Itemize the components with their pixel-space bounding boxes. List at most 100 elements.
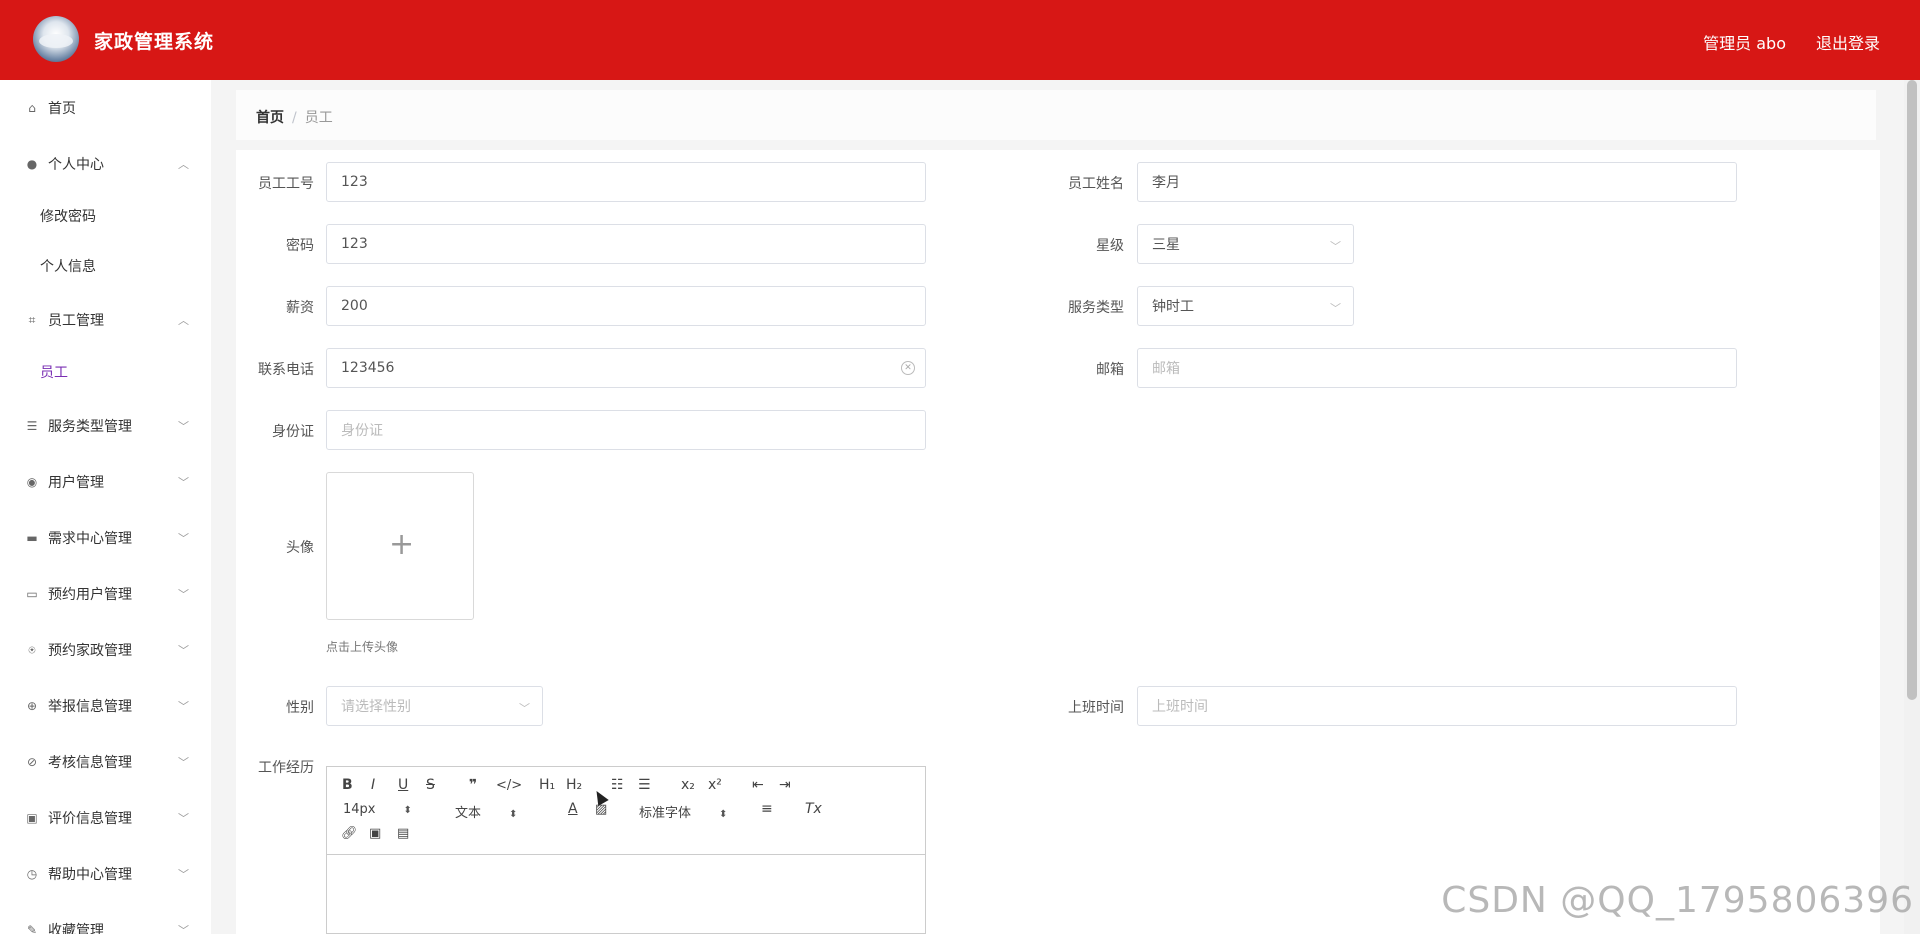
underline-icon[interactable]: U <box>398 777 408 793</box>
sidebar-item-employee[interactable]: 员工 <box>0 352 211 392</box>
app-title: 家政管理系统 <box>94 31 215 53</box>
target-icon: ⊕ <box>26 699 38 713</box>
bold-icon[interactable]: B <box>342 777 353 793</box>
code-icon[interactable]: </> <box>496 778 522 793</box>
password-input[interactable]: 123 <box>326 224 926 264</box>
monitor-icon: ▭ <box>26 587 38 601</box>
work-time-input[interactable]: 上班时间 <box>1137 686 1737 726</box>
editor-toolbar: B I U S ❞ </> H₁ H₂ ☷ ☰ x₂ x² ⇤ ⇥ 14px ⬍ … <box>327 767 925 855</box>
chevron-down-icon: ﹀ <box>178 588 189 601</box>
microphone-icon: ⍟ <box>28 643 36 657</box>
edit-icon: ✎ <box>26 923 38 934</box>
video-icon[interactable]: ▤ <box>397 826 409 841</box>
sidebar-item-label: 收藏管理 <box>48 923 104 934</box>
sidebar-item-employee-management[interactable]: ⌗ 员工管理 ︿ <box>0 300 211 340</box>
emp-name-value: 李月 <box>1152 175 1180 191</box>
font-size-select[interactable]: 14px ⬍ <box>343 802 412 817</box>
sidebar-item-label: 评价信息管理 <box>48 811 132 827</box>
salary-input[interactable]: 200 <box>326 286 926 326</box>
email-input[interactable]: 邮箱 <box>1137 348 1737 388</box>
sidebar-item-demand-center[interactable]: ▬ 需求中心管理 ﹀ <box>0 518 211 558</box>
id-card-input[interactable]: 身份证 <box>326 410 926 450</box>
sidebar-item-label: 考核信息管理 <box>48 755 132 771</box>
experience-label: 工作经历 <box>258 760 314 776</box>
sidebar-item-label: 首页 <box>48 101 76 117</box>
salary-value: 200 <box>341 298 368 314</box>
quote-icon[interactable]: ❞ <box>469 777 477 793</box>
heading1-icon[interactable]: H₁ <box>539 777 555 793</box>
ordered-list-icon[interactable]: ☷ <box>611 777 624 793</box>
plus-icon: + <box>389 527 415 562</box>
bullet-list-icon[interactable]: ☰ <box>638 777 651 793</box>
align-icon[interactable]: ≡ <box>761 801 773 817</box>
user-icon: ● <box>26 157 38 171</box>
link-icon[interactable]: 🔗︎ <box>341 826 358 841</box>
chevron-down-icon: ﹀ <box>519 702 530 715</box>
work-time-label: 上班时间 <box>1068 700 1124 716</box>
list-icon: ☰ <box>26 419 38 433</box>
watermark: CSDN @QQ_1795806396 <box>1441 880 1914 921</box>
phone-input[interactable]: 123456 ✕ <box>326 348 926 388</box>
clear-format-icon[interactable]: Tx <box>805 801 822 817</box>
emp-no-value: 123 <box>341 174 368 190</box>
sidebar: ⌂ 首页 ● 个人中心 ︿ 修改密码 个人信息 ⌗ 员工管理 ︿ 员工 ☰ 服务… <box>0 80 211 934</box>
sidebar-item-booking-user[interactable]: ▭ 预约用户管理 ﹀ <box>0 574 211 614</box>
sidebar-item-user-management[interactable]: ◉ 用户管理 ﹀ <box>0 462 211 502</box>
rich-text-editor[interactable]: B I U S ❞ </> H₁ H₂ ☷ ☰ x₂ x² ⇤ ⇥ 14px ⬍ … <box>326 766 926 934</box>
avatar-label: 头像 <box>286 540 314 556</box>
chevron-down-icon: ﹀ <box>1330 302 1341 315</box>
chevron-down-icon: ﹀ <box>178 812 189 825</box>
sidebar-item-personal-info[interactable]: 个人信息 <box>0 246 211 286</box>
sidebar-item-help-center[interactable]: ◷ 帮助中心管理 ﹀ <box>0 854 211 894</box>
sidebar-item-review-info[interactable]: ▣ 评价信息管理 ﹀ <box>0 798 211 838</box>
home-icon: ⌂ <box>28 101 36 115</box>
text-type-value: 文本 <box>455 806 482 821</box>
clear-icon[interactable]: ✕ <box>901 361 915 375</box>
italic-icon[interactable]: I <box>371 777 375 793</box>
font-color-icon[interactable]: A <box>568 801 578 817</box>
service-type-select[interactable]: 钟时工 ﹀ <box>1137 286 1354 326</box>
strike-icon[interactable]: S <box>426 777 435 793</box>
emp-no-label: 员工工号 <box>258 176 314 192</box>
indent-icon[interactable]: ⇥ <box>779 777 791 793</box>
sidebar-item-service-type-management[interactable]: ☰ 服务类型管理 ﹀ <box>0 406 211 446</box>
sidebar-item-home[interactable]: ⌂ 首页 <box>0 88 211 128</box>
sidebar-item-profile-center[interactable]: ● 个人中心 ︿ <box>0 144 211 184</box>
breadcrumb: 首页 / 员工 <box>256 107 333 127</box>
chevron-down-icon: ﹀ <box>178 700 189 713</box>
sidebar-item-assessment-info[interactable]: ⊘ 考核信息管理 ﹀ <box>0 742 211 782</box>
logo-image <box>33 16 79 62</box>
gender-label: 性别 <box>286 700 314 716</box>
sidebar-item-report-info[interactable]: ⊕ 举报信息管理 ﹀ <box>0 686 211 726</box>
superscript-icon[interactable]: x² <box>708 777 722 793</box>
compass-icon: ⊘ <box>26 755 38 769</box>
avatar-upload[interactable]: + <box>326 472 474 620</box>
sidebar-item-label: 举报信息管理 <box>48 699 132 715</box>
outdent-icon[interactable]: ⇤ <box>752 777 764 793</box>
gender-select[interactable]: 请选择性别 ﹀ <box>326 686 543 726</box>
breadcrumb-home[interactable]: 首页 <box>256 110 284 126</box>
chevron-up-icon: ︿ <box>178 158 189 171</box>
gender-placeholder: 请选择性别 <box>341 699 411 715</box>
service-type-value: 钟时工 <box>1152 299 1194 315</box>
page-scrollbar[interactable] <box>1904 80 1920 934</box>
scrollbar-thumb[interactable] <box>1907 80 1917 700</box>
sidebar-item-favorites[interactable]: ✎ 收藏管理 ﹀ <box>0 910 211 934</box>
logout-button[interactable]: 退出登录 <box>1816 30 1880 54</box>
avatar-upload-hint: 点击上传头像 <box>326 640 399 654</box>
breadcrumb-current: 员工 <box>304 110 333 126</box>
heading2-icon[interactable]: H₂ <box>566 777 582 793</box>
emp-name-input[interactable]: 李月 <box>1137 162 1737 202</box>
sidebar-item-booking-housekeeping[interactable]: ⍟ 预约家政管理 ﹀ <box>0 630 211 670</box>
chevron-down-icon: ﹀ <box>178 532 189 545</box>
emp-no-input[interactable]: 123 <box>326 162 926 202</box>
font-family-select[interactable]: 标准字体 ⬍ <box>639 802 727 821</box>
star-select[interactable]: 三星 ﹀ <box>1137 224 1354 264</box>
subscript-icon[interactable]: x₂ <box>681 777 695 793</box>
text-type-select[interactable]: 文本 ⬍ <box>455 802 517 821</box>
updown-icon: ⬍ <box>403 805 412 816</box>
image-icon[interactable]: ▣ <box>369 826 381 841</box>
sidebar-item-change-password[interactable]: 修改密码 <box>0 196 211 236</box>
star-value: 三星 <box>1152 237 1180 253</box>
chevron-down-icon: ﹀ <box>178 420 189 433</box>
